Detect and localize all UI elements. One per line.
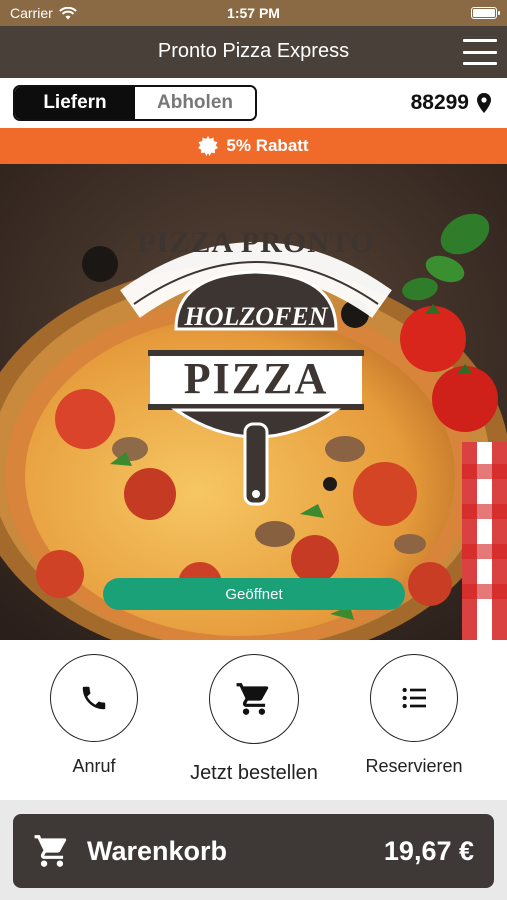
app-title: Pronto Pizza Express <box>157 40 350 62</box>
discount-badge-icon <box>198 136 219 156</box>
list-icon <box>402 687 426 709</box>
hero-image: PIZZA PRONTO HOLZOFEN PIZZA Geöffnet <box>0 164 507 640</box>
call-button[interactable] <box>50 654 138 742</box>
delivery-tab[interactable]: Liefern <box>15 87 135 119</box>
battery-icon <box>471 7 500 19</box>
order-action[interactable]: Jetzt bestellen <box>190 654 318 785</box>
order-label: Jetzt bestellen <box>190 762 318 784</box>
promo-text: 5% Rabatt <box>226 136 309 155</box>
cart-label: Warenkorb <box>87 835 228 866</box>
shopping-cart-icon <box>236 683 269 715</box>
reserve-action[interactable]: Reservieren <box>365 654 463 777</box>
nav-bar: Pronto Pizza Express <box>0 26 507 78</box>
location-pin-icon <box>477 93 491 113</box>
logo-main-text: PIZZA <box>183 354 329 403</box>
zip-code: 88299 <box>410 91 469 114</box>
status-bar: Carrier 1:57 PM <box>0 0 507 26</box>
order-mode-segmented-control: Liefern Abholen <box>13 85 257 121</box>
order-mode-row: Liefern Abholen 88299 <box>0 78 507 128</box>
pickup-tab[interactable]: Abholen <box>135 87 255 119</box>
order-button[interactable] <box>209 654 299 744</box>
cart-area: Warenkorb 19,67 € <box>0 800 507 900</box>
checkered-cloth <box>462 442 507 640</box>
call-label: Anruf <box>72 756 116 776</box>
reserve-label: Reservieren <box>365 756 463 776</box>
location-selector[interactable]: 88299 <box>411 91 491 115</box>
promo-banner[interactable]: 5% Rabatt <box>0 128 507 164</box>
reserve-button[interactable] <box>370 654 458 742</box>
open-status-badge[interactable]: Geöffnet <box>103 578 405 610</box>
shopping-cart-icon <box>34 835 67 867</box>
call-action[interactable]: Anruf <box>50 654 138 777</box>
cart-button[interactable]: Warenkorb 19,67 € <box>13 814 494 888</box>
status-time: 1:57 PM <box>227 5 280 21</box>
hamburger-menu-icon[interactable] <box>463 39 497 65</box>
phone-icon <box>82 686 106 710</box>
logo-sub-text: HOLZOFEN <box>184 302 328 331</box>
logo-arc-text: PIZZA PRONTO <box>137 226 375 259</box>
cart-total: 19,67 € <box>383 835 474 866</box>
quick-actions: Anruf Jetzt bestellen Reservieren <box>0 640 507 800</box>
